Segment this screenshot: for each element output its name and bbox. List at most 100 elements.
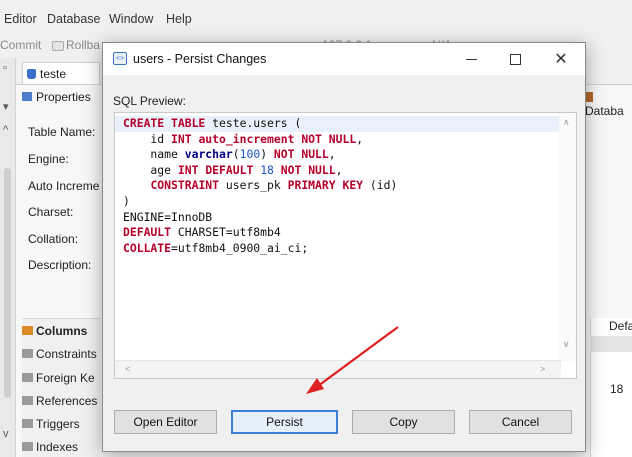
sql-token: 100 [239, 147, 261, 162]
rollback-button[interactable]: Rollba [66, 38, 100, 52]
tab-properties-label: Properties [36, 90, 91, 104]
tab-columns[interactable]: Columns [22, 324, 87, 338]
sql-preview-label: SQL Preview: [113, 94, 186, 108]
sql-line: id INT auto_increment NOT NULL, [123, 132, 559, 148]
sql-preview-editor[interactable]: CREATE TABLE teste.users ( id INT auto_i… [114, 112, 577, 379]
sql-line: CREATE TABLE teste.users ( [115, 116, 559, 132]
sql-code: CREATE TABLE teste.users ( id INT auto_i… [115, 116, 559, 257]
open-editor-button[interactable]: Open Editor [114, 410, 217, 434]
foreign-keys-icon [22, 373, 33, 382]
tab-constraints[interactable]: Constraints [22, 347, 97, 361]
sql-token: CREATE TABLE [123, 116, 213, 130]
scroll-left-icon[interactable]: < [125, 364, 130, 374]
tab-triggers[interactable]: Triggers [22, 417, 80, 431]
tab-columns-label: Columns [36, 324, 88, 338]
sql-token: 18 [260, 162, 281, 177]
sql-token: auto_increment [198, 131, 302, 146]
grid-header-default[interactable]: Defa [609, 319, 632, 333]
sql-token: users_pk [225, 178, 288, 193]
sql-horizontal-scrollbar[interactable]: < > [115, 360, 561, 378]
sql-line: COLLATE=utf8mb4_0900_ai_ci; [123, 241, 559, 257]
grid-cell-default-value[interactable]: 18 [610, 382, 623, 396]
sql-token: ) [260, 147, 274, 162]
scroll-up-icon[interactable]: ∧ [563, 117, 570, 128]
sql-token: , [335, 162, 343, 177]
collation-label: Collation: [28, 232, 79, 246]
chevron-down-icon[interactable]: ▾ [3, 100, 9, 113]
sql-line: ENGINE=InnoDB [123, 210, 559, 226]
sql-token: =utf8mb4_0900_ai_ci; [171, 240, 309, 255]
menu-help[interactable]: Help [166, 12, 192, 26]
sql-token: INT [171, 131, 199, 146]
sql-token: DEFAULT [205, 162, 261, 177]
sql-token: teste.users ( [212, 116, 302, 130]
sql-token: CHARSET=utf8mb4 [177, 225, 281, 240]
maximize-button[interactable] [493, 43, 537, 75]
sql-line: age INT DEFAULT 18 NOT NULL, [123, 163, 559, 179]
tab-foreign-keys[interactable]: Foreign Ke [22, 371, 95, 385]
sql-token: COLLATE [123, 240, 172, 255]
tab-properties[interactable]: Properties [22, 90, 91, 108]
tab-database[interactable]: Databa [585, 90, 632, 118]
chevron-down-icon[interactable]: v [3, 428, 9, 440]
indexes-icon [22, 442, 33, 451]
left-panel-strip: ▫ ▾ ^ v [0, 58, 16, 457]
sql-token: varchar [184, 147, 233, 162]
tab-indexes-label: Indexes [36, 440, 79, 454]
commit-button[interactable]: Commit [0, 38, 41, 52]
sql-token: age [123, 162, 178, 177]
tab-references-label: References [36, 394, 98, 408]
auto-increment-label: Auto Increme [28, 179, 100, 193]
menu-database[interactable]: Database [47, 12, 101, 26]
properties-icon [22, 92, 32, 101]
tab-database-label: Databa [585, 104, 624, 118]
table-name-label: Table Name: [28, 125, 96, 139]
database-tab-icon [585, 92, 593, 102]
rollback-icon [52, 41, 64, 51]
constraints-icon [22, 349, 33, 358]
sql-token: ENGINE=InnoDB [123, 209, 213, 224]
sql-vertical-scrollbar[interactable]: ∧ ∨ [559, 113, 576, 361]
sql-token: INT [177, 162, 206, 177]
tab-references[interactable]: References [22, 394, 97, 408]
columns-icon [22, 326, 33, 335]
close-button[interactable]: ✕ [539, 43, 583, 75]
persist-button[interactable]: Persist [231, 410, 338, 434]
sql-token: , [356, 131, 364, 146]
app-window-icon: <> [113, 52, 127, 65]
sql-token: CONSTRAINT [150, 178, 226, 193]
sql-token: PRIMARY KEY [287, 178, 370, 193]
sql-line: name varchar(100) NOT NULL, [123, 147, 559, 163]
charset-label: Charset: [28, 205, 74, 219]
editor-tab-teste[interactable]: teste [22, 62, 100, 84]
panel-restore-icon[interactable]: ▫ [3, 62, 7, 74]
sql-line: DEFAULT CHARSET=utf8mb4 [123, 225, 559, 241]
tab-indexes[interactable]: Indexes [22, 440, 78, 454]
chevron-up-icon[interactable]: ^ [3, 124, 8, 136]
menu-window[interactable]: Window [109, 12, 153, 26]
scroll-right-icon[interactable]: > [540, 364, 545, 374]
tab-triggers-label: Triggers [36, 417, 80, 431]
sql-token: DEFAULT [123, 225, 178, 240]
close-icon: ✕ [554, 49, 568, 68]
dialog-title: users - Persist Changes [133, 52, 267, 66]
menu-editor[interactable]: Editor [4, 12, 37, 26]
sql-token: ) [123, 193, 130, 208]
sql-token: NOT NULL [273, 147, 329, 162]
scroll-down-icon[interactable]: ∨ [563, 339, 570, 350]
sql-line: CONSTRAINT users_pk PRIMARY KEY (id) [123, 178, 559, 194]
cancel-button[interactable]: Cancel [469, 410, 572, 434]
sql-token: id [123, 131, 172, 146]
copy-button[interactable]: Copy [352, 410, 455, 434]
minimize-button[interactable] [449, 43, 493, 75]
maximize-icon [509, 53, 521, 65]
sql-token: ( [232, 147, 240, 162]
sql-token: NOT NULL [280, 162, 336, 177]
sql-token: , [328, 147, 336, 162]
engine-label: Engine: [28, 152, 69, 166]
scrollbar-thumb[interactable] [4, 168, 11, 398]
references-icon [22, 396, 33, 405]
dialog-titlebar[interactable]: <> users - Persist Changes ✕ [103, 43, 585, 75]
grid-header-row [590, 336, 632, 352]
